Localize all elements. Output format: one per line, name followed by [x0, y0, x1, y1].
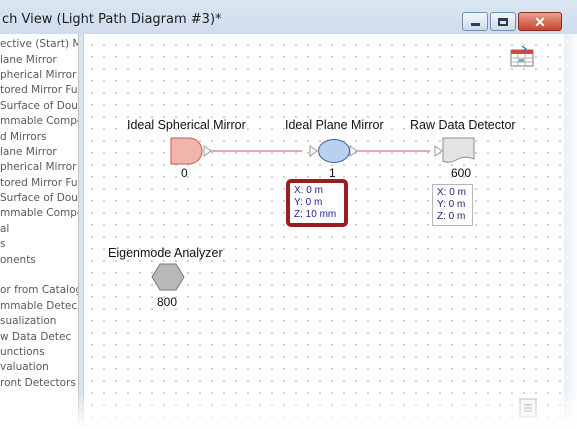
plane-mirror-number: 1 [329, 166, 336, 180]
connector-lines [203, 145, 443, 157]
position-y: Y: 0 m [437, 199, 466, 210]
light-path-canvas[interactable]: Ideal Spherical Mirror 0 Ideal Plane Mir… [84, 34, 564, 424]
position-x: X: 0 m [294, 185, 323, 196]
detector-number: 600 [451, 166, 472, 180]
light-path-view-window: ch View (Light Path Diagram #3)* ✕ ectiv… [0, 0, 577, 429]
tree-item[interactable]: sualization [0, 315, 56, 327]
spherical-mirror-icon[interactable] [170, 137, 204, 165]
close-button[interactable]: ✕ [518, 12, 562, 31]
tree-item[interactable]: Surface of Dou [0, 100, 78, 112]
tree-item[interactable]: lane Mirror [0, 146, 57, 158]
tree-item[interactable]: ective (Start) Mi [0, 38, 78, 50]
document-icon[interactable] [519, 398, 537, 418]
tree-item[interactable]: w Data Detec [0, 331, 71, 343]
detector-label: Raw Data Detector [410, 118, 516, 132]
tree-item[interactable]: or from Catalog [0, 284, 78, 296]
eigenmode-analyzer-icon[interactable] [151, 263, 185, 291]
plane-mirror-label: Ideal Plane Mirror [285, 118, 384, 132]
tree-item[interactable]: lane Mirror [0, 54, 57, 66]
tree-item[interactable]: mmable Compo [0, 115, 78, 127]
plane-mirror-icon[interactable] [317, 138, 351, 164]
connector-arrow [203, 145, 212, 157]
tree-item[interactable]: Surface of Dou [0, 192, 78, 204]
tree-item[interactable]: onents [0, 254, 36, 266]
close-icon: ✕ [534, 13, 546, 30]
minimize-icon [470, 22, 480, 26]
connector-arrow [349, 145, 358, 157]
catalog-tree[interactable]: ective (Start) Mi lane Mirror pherical M… [0, 34, 78, 429]
tree-item[interactable]: d Mirrors [0, 131, 46, 143]
position-x: X: 0 m [437, 187, 466, 198]
analyzer-label: Eigenmode Analyzer [108, 246, 223, 260]
tree-item[interactable]: unctions [0, 346, 45, 358]
tree-item[interactable]: mmable Detec [0, 300, 77, 312]
tree-item[interactable]: tored Mirror Fu [0, 84, 77, 96]
tree-item[interactable]: pherical Mirror [0, 69, 76, 81]
spherical-mirror-number: 0 [181, 166, 188, 180]
position-y: Y: 0 m [294, 197, 323, 208]
window-right-edge [564, 34, 577, 429]
minimize-button[interactable] [462, 12, 488, 31]
plane-mirror-position-box[interactable]: X: 0 m Y: 0 m Z: 10 mm [286, 179, 348, 227]
connector-arrow [309, 145, 318, 157]
tree-item[interactable]: s [0, 238, 5, 250]
tree-item[interactable]: ront Detectors [0, 377, 76, 389]
detector-position-box[interactable]: X: 0 m Y: 0 m Z: 0 m [432, 184, 473, 226]
maximize-button[interactable] [490, 12, 516, 31]
tree-item[interactable]: mmable Compo [0, 207, 78, 219]
position-z: Z: 10 mm [294, 209, 337, 220]
tree-item[interactable]: tored Mirror Fu [0, 177, 77, 189]
window-title: ch View (Light Path Diagram #3)* [2, 12, 222, 27]
tree-item[interactable]: pherical Mirror [0, 161, 76, 173]
title-bar[interactable]: ch View (Light Path Diagram #3)* ✕ [0, 0, 577, 34]
tree-item[interactable]: valuation [0, 361, 49, 373]
tree-item[interactable]: al [0, 223, 9, 235]
spherical-mirror-label: Ideal Spherical Mirror [127, 118, 246, 132]
maximize-icon [498, 17, 508, 26]
table-settings-icon[interactable] [509, 46, 535, 68]
raw-data-detector-icon[interactable] [442, 137, 476, 165]
analyzer-number: 800 [157, 295, 178, 309]
connector-arrow [434, 145, 443, 157]
position-z: Z: 0 m [437, 211, 466, 222]
